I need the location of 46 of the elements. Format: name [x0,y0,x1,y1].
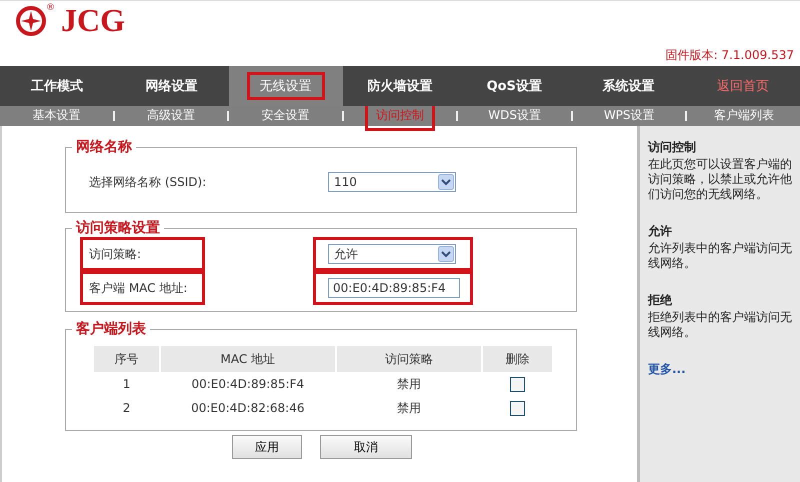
column-header: 访问策略 [336,346,482,372]
logo-icon [16,6,46,36]
delete-checkbox[interactable] [510,376,526,392]
cancel-button[interactable]: 取消 [320,435,412,459]
table-cell-text: 1 [122,376,132,393]
nav-tab[interactable]: 无线设置 [228,66,343,106]
firmware-version: 固件版本: 7.1.009.537 [666,47,794,64]
sub-tab[interactable]: WPS设置 [572,106,686,128]
dropdown[interactable]: 110 [328,172,456,192]
table-cell-text: 00:E0:4D:82:68:46 [190,400,306,417]
sub-tab[interactable]: 高级设置 [114,106,228,128]
registered-mark: ® [46,3,55,13]
nav-tab[interactable]: QoS设置 [457,66,572,106]
field-label: 访问策略: [89,246,142,262]
sub-tab[interactable]: 客户端列表 [687,106,800,128]
help-title: 访问控制 [648,140,697,155]
section-title: 访问策略设置 [74,219,161,237]
nav-tab[interactable]: 工作模式 [0,66,114,106]
logo-text: JCG [61,3,125,37]
help-text: 允许列表中的客户端访问无线网络。 [648,241,792,271]
more-link[interactable]: 更多... [648,362,686,376]
help-title: 允许 [648,224,673,239]
table-cell-text: 禁用 [396,376,422,392]
section-title: 客户端列表 [75,320,147,338]
help-text: 在此页您可以设置客户端的访问策略，以禁止或允许他们访问您的无线网络。 [648,157,792,202]
input-field[interactable]: 00:E0:4D:89:85:F4 [328,278,460,298]
column-header: 删除 [483,346,552,372]
delete-checkbox[interactable] [510,400,526,416]
section-title: 网络名称 [75,138,133,156]
help-text: 拒绝列表中的客户端访问无线网络。 [648,310,792,340]
field-label: 选择网络名称 (SSID): [89,174,206,190]
apply-button[interactable]: 应用 [232,435,302,459]
sub-tab[interactable]: 基本设置 [0,106,113,128]
column-header: MAC 地址 [161,346,335,372]
table-cell-text: 2 [122,400,132,417]
table-cell-text: 00:E0:4D:89:85:F4 [190,376,306,393]
sub-tab[interactable]: 安全设置 [229,106,342,128]
nav-tab[interactable]: 系统设置 [571,66,686,106]
nav-tab[interactable]: 网络设置 [114,66,229,106]
dropdown[interactable]: 允许 [328,244,456,264]
field-label: 客户端 MAC 地址: [89,280,188,296]
sub-tab[interactable]: WDS设置 [458,106,571,128]
nav-tab[interactable]: 防火墙设置 [342,66,458,106]
table-cell-text: 禁用 [396,400,422,416]
help-title: 拒绝 [648,293,673,308]
column-header: 序号 [94,346,160,372]
